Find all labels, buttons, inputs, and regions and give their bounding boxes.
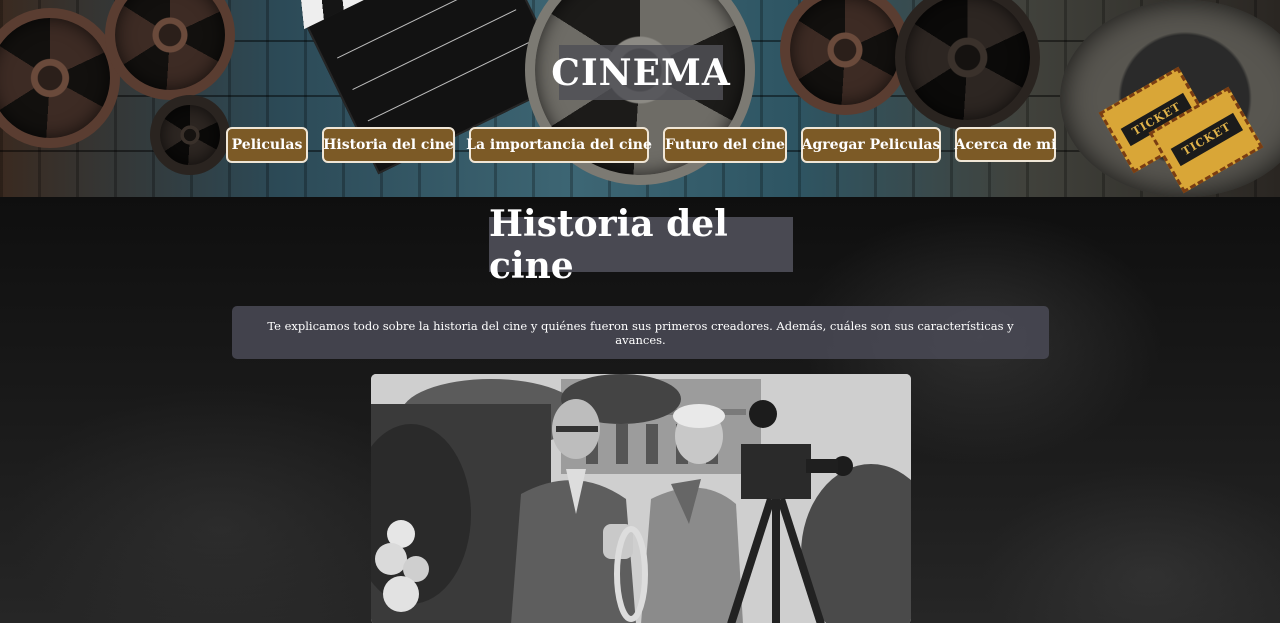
- nav-importancia-del-cine[interactable]: La importancia del cine: [466, 127, 652, 163]
- film-reel-icon: [895, 0, 1040, 130]
- main-content: Historia del cine Te explicamos todo sob…: [0, 197, 1280, 623]
- historic-photo-illustration: [371, 374, 911, 623]
- film-reel-icon: [105, 0, 235, 100]
- intro-text: Te explicamos todo sobre la historia del…: [232, 306, 1049, 359]
- nav-historia-del-cine[interactable]: Historia del cine: [322, 127, 455, 163]
- historic-photo: [371, 374, 911, 623]
- main-nav: Peliculas Historia del cine La importanc…: [0, 127, 1280, 163]
- nav-peliculas[interactable]: Peliculas: [226, 127, 308, 163]
- nav-futuro-del-cine[interactable]: Futuro del cine: [663, 127, 787, 163]
- page-title: Historia del cine: [489, 203, 793, 287]
- site-title: CINEMA: [551, 45, 730, 100]
- header-banner: TICKET TICKET CINEMA Peliculas Historia …: [0, 0, 1280, 197]
- film-reel-icon: [780, 0, 910, 115]
- nav-agregar-peliculas[interactable]: Agregar Peliculas: [801, 127, 941, 163]
- nav-acerca-de-mi[interactable]: Acerca de mi: [955, 127, 1056, 162]
